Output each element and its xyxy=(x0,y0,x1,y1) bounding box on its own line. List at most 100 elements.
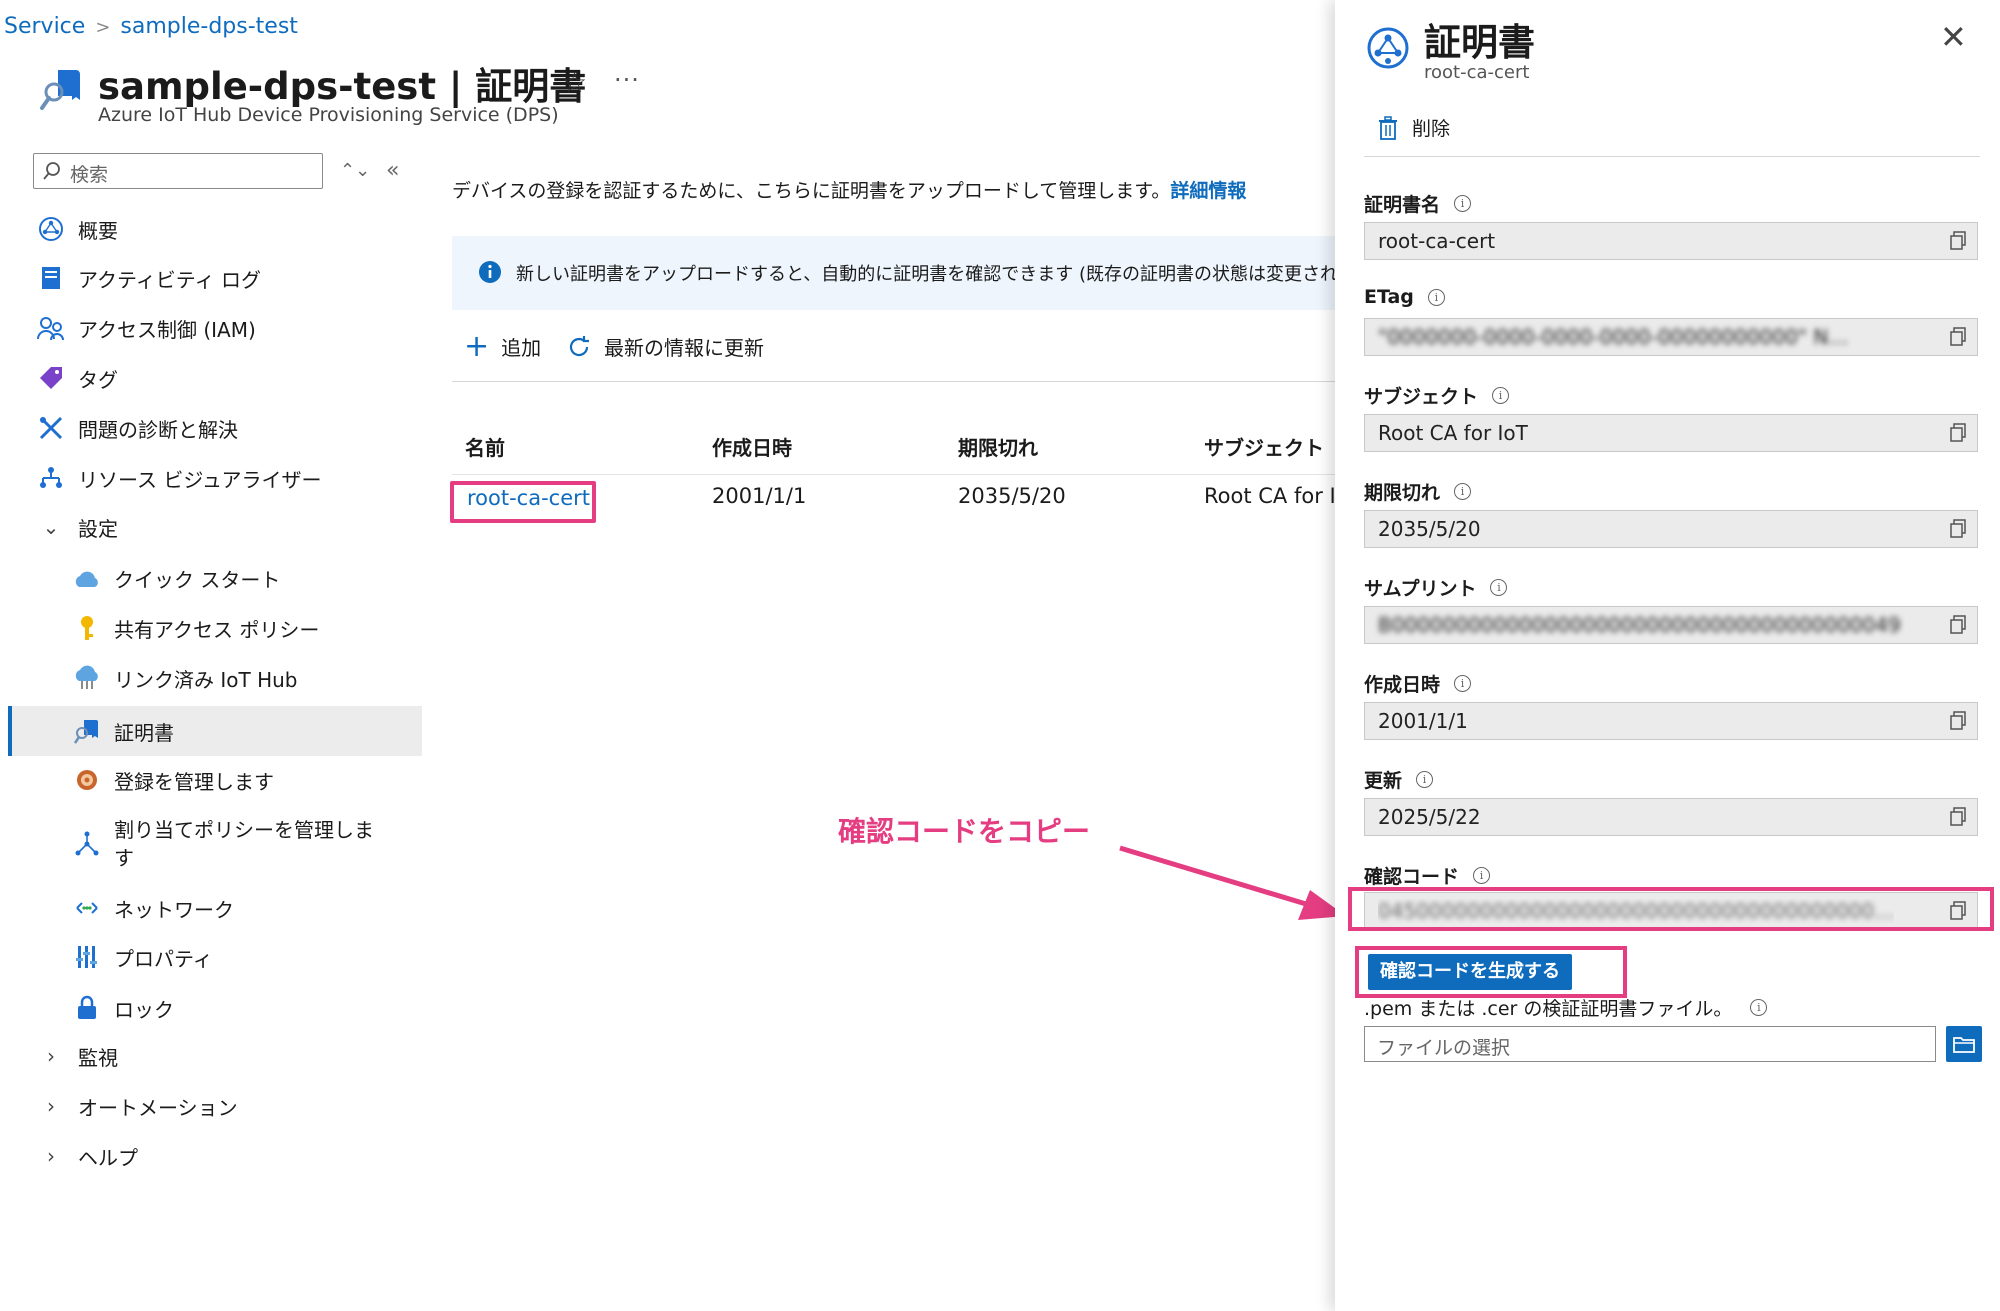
more-options-icon[interactable]: ··· xyxy=(614,66,640,94)
add-button[interactable]: + 追加 xyxy=(464,331,541,361)
column-header-created[interactable]: 作成日時 xyxy=(712,432,792,461)
search-icon xyxy=(42,161,62,185)
sidebar-item-label: 設定 xyxy=(78,516,118,541)
created-field[interactable]: 2001/1/1 xyxy=(1364,702,1978,740)
copy-icon[interactable] xyxy=(1949,231,1967,255)
sidebar-item-networking[interactable]: ネットワーク xyxy=(72,886,234,930)
info-icon[interactable]: i xyxy=(1750,999,1768,1016)
column-header-expires[interactable]: 期限切れ xyxy=(958,432,1038,461)
field-label-created: 作成日時 i xyxy=(1364,670,1472,697)
chevron-right-icon: › xyxy=(47,1094,55,1118)
sidebar-item-activity-log[interactable]: アクティビティ ログ xyxy=(36,256,261,300)
delete-button[interactable]: 削除 xyxy=(1378,114,1450,141)
sort-icon[interactable]: ⌃⌄ xyxy=(340,160,370,181)
sidebar-item-label: ネットワーク xyxy=(114,897,234,922)
close-icon[interactable]: ✕ xyxy=(1940,18,1967,56)
table-cell-created: 2001/1/1 xyxy=(712,484,807,508)
info-icon[interactable]: i xyxy=(1454,675,1472,692)
properties-icon xyxy=(72,942,102,972)
copy-icon[interactable] xyxy=(1949,615,1967,639)
field-label-verification-code: 確認コード i xyxy=(1364,862,1491,889)
info-icon[interactable]: i xyxy=(1427,288,1445,306)
favorite-star-icon[interactable]: ☆ xyxy=(562,66,587,99)
copy-icon[interactable] xyxy=(1949,327,1967,351)
copy-icon[interactable] xyxy=(1949,711,1967,735)
panel-divider xyxy=(1364,156,1980,157)
sidebar-item-linked-iot-hub[interactable]: リンク済み IoT Hub xyxy=(72,656,297,700)
sidebar-item-label: オートメーション xyxy=(78,1095,238,1120)
refresh-button[interactable]: 最新の情報に更新 xyxy=(566,332,764,361)
sidebar-item-shared-access[interactable]: 共有アクセス ポリシー xyxy=(72,606,319,650)
sidebar-item-tags[interactable]: タグ xyxy=(36,356,118,400)
collapse-sidebar-icon[interactable]: « xyxy=(386,158,399,183)
column-header-name[interactable]: 名前 xyxy=(465,432,505,461)
sidebar-group-monitoring[interactable]: › 監視 xyxy=(36,1034,118,1078)
sidebar-item-iam[interactable]: アクセス制御 (IAM) xyxy=(36,306,256,350)
chevron-right-icon: › xyxy=(47,1044,55,1068)
browse-folder-button[interactable] xyxy=(1946,1026,1982,1062)
sidebar-item-label-group: 割り当てポリシーを管理しま す xyxy=(114,816,374,872)
file-select-placeholder: ファイルの選択 xyxy=(1377,1037,1511,1059)
info-banner-text: 新しい証明書をアップロードすると、自動的に証明書を確認できます (既存の証明書の… xyxy=(516,264,1337,285)
breadcrumb-resource-link[interactable]: sample-dps-test xyxy=(120,14,298,39)
sidebar-item-locks[interactable]: ロック xyxy=(72,986,174,1030)
sidebar-item-certificates[interactable]: 証明書 xyxy=(72,709,174,753)
file-upload-label: .pem または .cer の検証証明書ファイル。 i xyxy=(1364,994,1768,1021)
info-icon[interactable]: i xyxy=(1454,483,1472,500)
sidebar-item-manage-enrollments[interactable]: 登録を管理します xyxy=(72,758,274,802)
file-select-input[interactable]: ファイルの選択 xyxy=(1364,1026,1936,1062)
sidebar-group-settings[interactable]: ⌄ 設定 xyxy=(36,505,118,549)
breadcrumb-service-link[interactable]: Service xyxy=(4,14,85,39)
sidebar-item-allocation-policies[interactable]: 割り当てポリシーを管理しま す xyxy=(72,814,374,874)
info-icon xyxy=(478,260,502,288)
certificate-icon xyxy=(72,716,102,746)
info-icon[interactable]: i xyxy=(1473,867,1491,884)
sidebar-group-help[interactable]: › ヘルプ xyxy=(36,1134,138,1178)
allocation-icon xyxy=(72,829,102,859)
field-label-expires: 期限切れ i xyxy=(1364,478,1472,505)
sidebar-group-automation[interactable]: › オートメーション xyxy=(36,1084,238,1128)
sidebar-item-overview[interactable]: 概要 xyxy=(36,207,118,251)
sidebar-item-label: 概要 xyxy=(78,218,118,243)
enrollment-icon xyxy=(72,765,102,795)
copy-icon[interactable] xyxy=(1949,519,1967,543)
sidebar-item-diagnose[interactable]: 問題の診断と解決 xyxy=(36,406,238,450)
updated-field[interactable]: 2025/5/22 xyxy=(1364,798,1978,836)
certificate-resource-icon xyxy=(40,66,84,112)
sidebar-search-input[interactable]: 検索 xyxy=(33,153,323,189)
info-icon[interactable]: i xyxy=(1492,387,1510,404)
copy-icon[interactable] xyxy=(1949,807,1967,831)
generate-button-highlight xyxy=(1355,946,1627,998)
sidebar-item-properties[interactable]: プロパティ xyxy=(72,935,213,979)
sidebar-item-label: 登録を管理します xyxy=(114,769,274,794)
refresh-label: 最新の情報に更新 xyxy=(604,336,764,360)
sidebar-item-resource-visualizer[interactable]: リソース ビジュアライザー xyxy=(36,456,322,500)
selected-nav-background xyxy=(8,706,422,756)
info-icon[interactable]: i xyxy=(1454,195,1472,212)
expires-field[interactable]: 2035/5/20 xyxy=(1364,510,1978,548)
sidebar-item-label: アクセス制御 (IAM) xyxy=(78,317,256,342)
breadcrumb: Service > sample-dps-test xyxy=(4,14,298,39)
table-cell-expires: 2035/5/20 xyxy=(958,484,1066,508)
page-title: sample-dps-test | 証明書 xyxy=(98,65,587,108)
certificate-link-highlight xyxy=(450,481,596,523)
key-icon xyxy=(72,613,102,643)
breadcrumb-separator-icon: > xyxy=(95,17,111,38)
subject-field[interactable]: Root CA for IoT xyxy=(1364,414,1978,452)
info-icon[interactable]: i xyxy=(1490,579,1508,596)
cert-name-field[interactable]: root-ca-cert xyxy=(1364,222,1978,260)
info-icon[interactable]: i xyxy=(1416,771,1434,788)
etag-field[interactable]: "0000000-0000-0000-0000-00000000000" N… xyxy=(1364,318,1978,356)
sidebar-item-label: リンク済み IoT Hub xyxy=(114,667,298,692)
sidebar-item-quickstart[interactable]: クイック スタート xyxy=(72,556,280,600)
description-text: デバイスの登録を認証するために、こちらに証明書をアップロードして管理します。 xyxy=(452,180,1171,202)
thumbprint-field[interactable]: B000000000000000000000000000000000000004… xyxy=(1364,606,1978,644)
column-header-subject[interactable]: サブジェクト xyxy=(1204,432,1324,461)
field-label-text: 期限切れ xyxy=(1364,482,1441,504)
page-subtitle: Azure IoT Hub Device Provisioning Servic… xyxy=(98,104,559,126)
diagnose-icon xyxy=(36,413,66,443)
learn-more-link[interactable]: 詳細情報 xyxy=(1170,180,1246,202)
lock-icon xyxy=(72,993,102,1023)
field-label-updated: 更新 i xyxy=(1364,766,1434,793)
copy-icon[interactable] xyxy=(1949,423,1967,447)
